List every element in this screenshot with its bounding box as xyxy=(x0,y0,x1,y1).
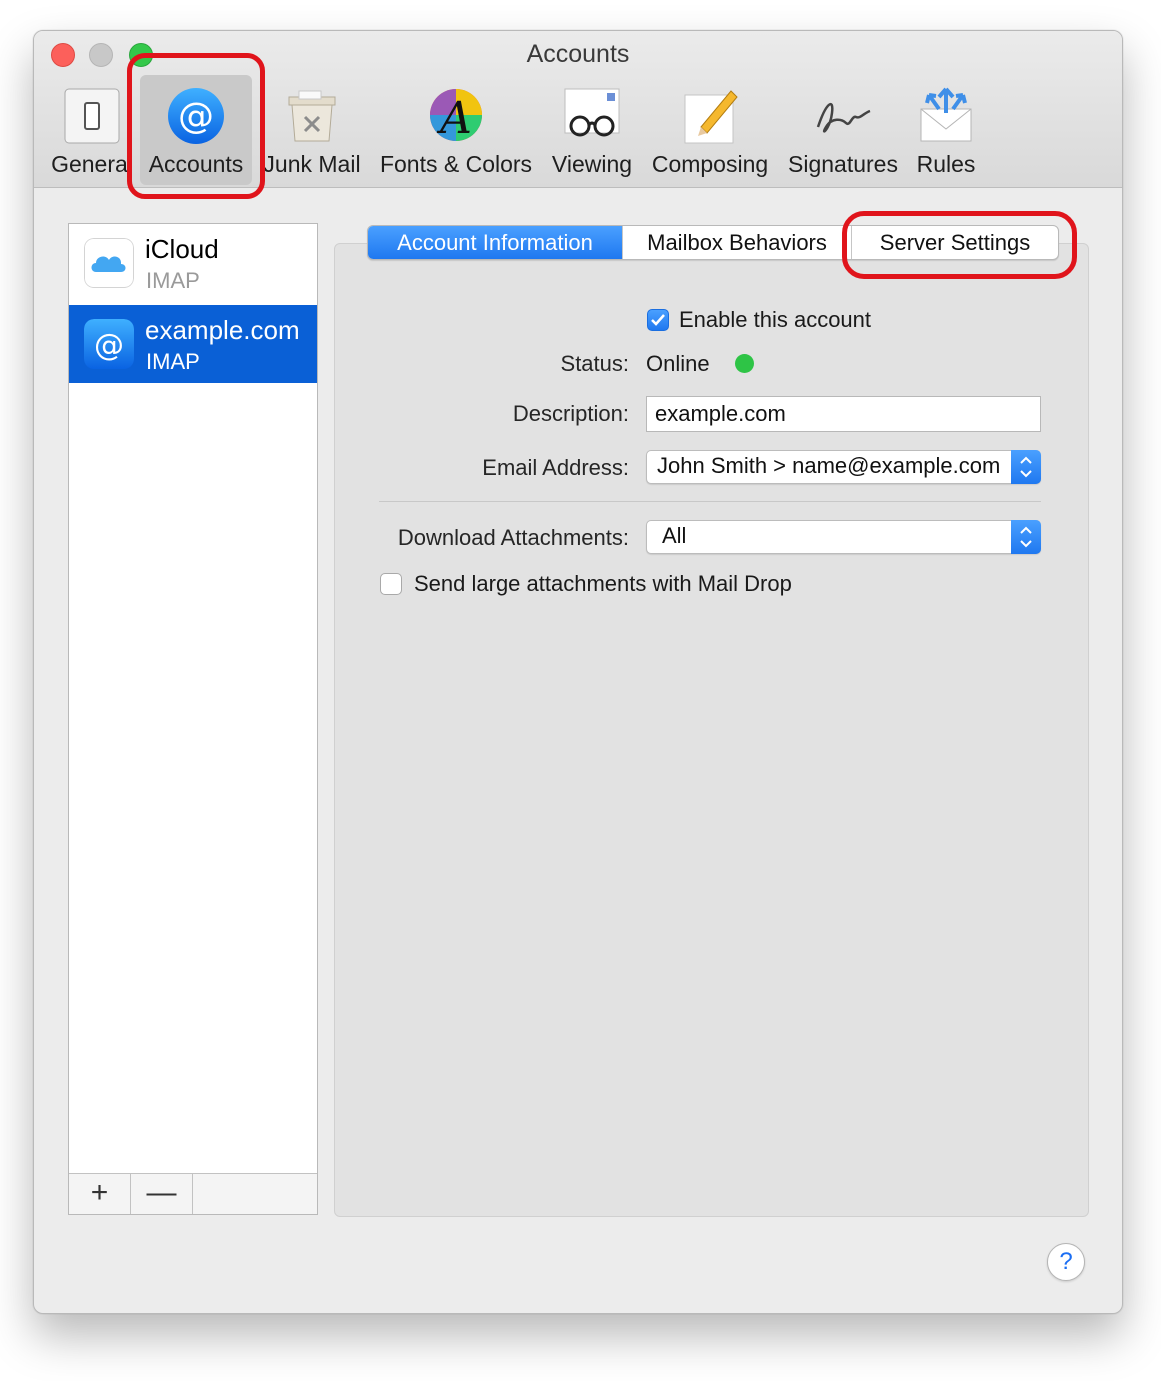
popup-stepper xyxy=(1011,520,1041,554)
icloud-icon xyxy=(84,238,134,288)
form-divider xyxy=(379,501,1041,502)
svg-text:@: @ xyxy=(94,328,124,363)
pencil-paper-icon xyxy=(684,90,738,144)
toolbar: Accounts General @ Accounts Junk Mail A … xyxy=(34,31,1122,188)
add-account-button[interactable]: + xyxy=(69,1174,131,1214)
at-sign-icon: @ xyxy=(84,319,134,369)
enable-account-label[interactable]: Enable this account xyxy=(679,307,871,333)
checkmark-icon xyxy=(651,314,665,326)
account-item-example[interactable]: @ example.com IMAP xyxy=(69,305,317,383)
toolbar-fonts-colors[interactable]: A Fonts & Colors xyxy=(376,75,536,185)
description-label: Description: xyxy=(512,401,629,426)
download-attachments-popup[interactable]: All xyxy=(646,520,1041,554)
status-value: Online xyxy=(646,351,710,376)
toolbar-rules[interactable]: Rules xyxy=(908,75,984,185)
toolbar-signatures[interactable]: Signatures xyxy=(784,75,902,185)
at-sign-icon: @ xyxy=(168,88,224,144)
description-field[interactable] xyxy=(646,396,1041,432)
account-item-icloud[interactable]: iCloud IMAP xyxy=(69,224,317,302)
toolbar-accounts[interactable]: @ Accounts xyxy=(140,75,252,185)
trash-icon xyxy=(288,90,336,142)
glasses-icon xyxy=(564,88,620,137)
signature-icon xyxy=(816,102,871,133)
preferences-window: Accounts General @ Accounts Junk Mail A … xyxy=(33,30,1123,1314)
mail-drop-checkbox[interactable] xyxy=(380,573,402,595)
tab-mailbox-behaviors[interactable]: Mailbox Behaviors xyxy=(623,226,851,259)
mail-drop-label[interactable]: Send large attachments with Mail Drop xyxy=(414,571,792,597)
svg-text:A: A xyxy=(436,93,472,144)
svg-text:@: @ xyxy=(178,96,214,137)
window-title: Accounts xyxy=(526,40,630,68)
envelope-arrows-icon xyxy=(920,87,972,142)
accounts-list[interactable]: iCloud IMAP @ example.com IMAP + — xyxy=(68,223,318,1215)
email-address-popup[interactable]: John Smith > name@example.com xyxy=(646,450,1041,484)
accounts-list-footer: + — xyxy=(69,1173,317,1214)
enable-account-checkbox[interactable] xyxy=(647,309,669,331)
status-online-indicator xyxy=(735,354,754,373)
toolbar-viewing[interactable]: Viewing xyxy=(546,75,638,185)
color-wheel-font-icon: A xyxy=(430,89,482,144)
chevron-up-down-icon xyxy=(1020,456,1032,478)
account-details-panel xyxy=(334,243,1089,1217)
email-address-label: Email Address: xyxy=(482,455,629,480)
toolbar-general[interactable]: General xyxy=(50,75,134,185)
switch-icon xyxy=(64,88,120,144)
tab-server-settings[interactable]: Server Settings xyxy=(852,226,1058,259)
tab-bar: Account Information Mailbox Behaviors Se… xyxy=(367,225,1059,260)
chevron-up-down-icon xyxy=(1020,526,1032,548)
tab-account-information[interactable]: Account Information xyxy=(368,226,622,259)
toolbar-junk-mail[interactable]: Junk Mail xyxy=(260,75,364,185)
toolbar-composing[interactable]: Composing xyxy=(648,75,772,185)
download-attachments-label: Download Attachments: xyxy=(397,525,629,550)
help-button[interactable]: ? xyxy=(1047,1243,1085,1281)
popup-stepper xyxy=(1011,450,1041,484)
remove-account-button[interactable]: — xyxy=(131,1174,193,1214)
status-label: Status: xyxy=(560,351,629,376)
